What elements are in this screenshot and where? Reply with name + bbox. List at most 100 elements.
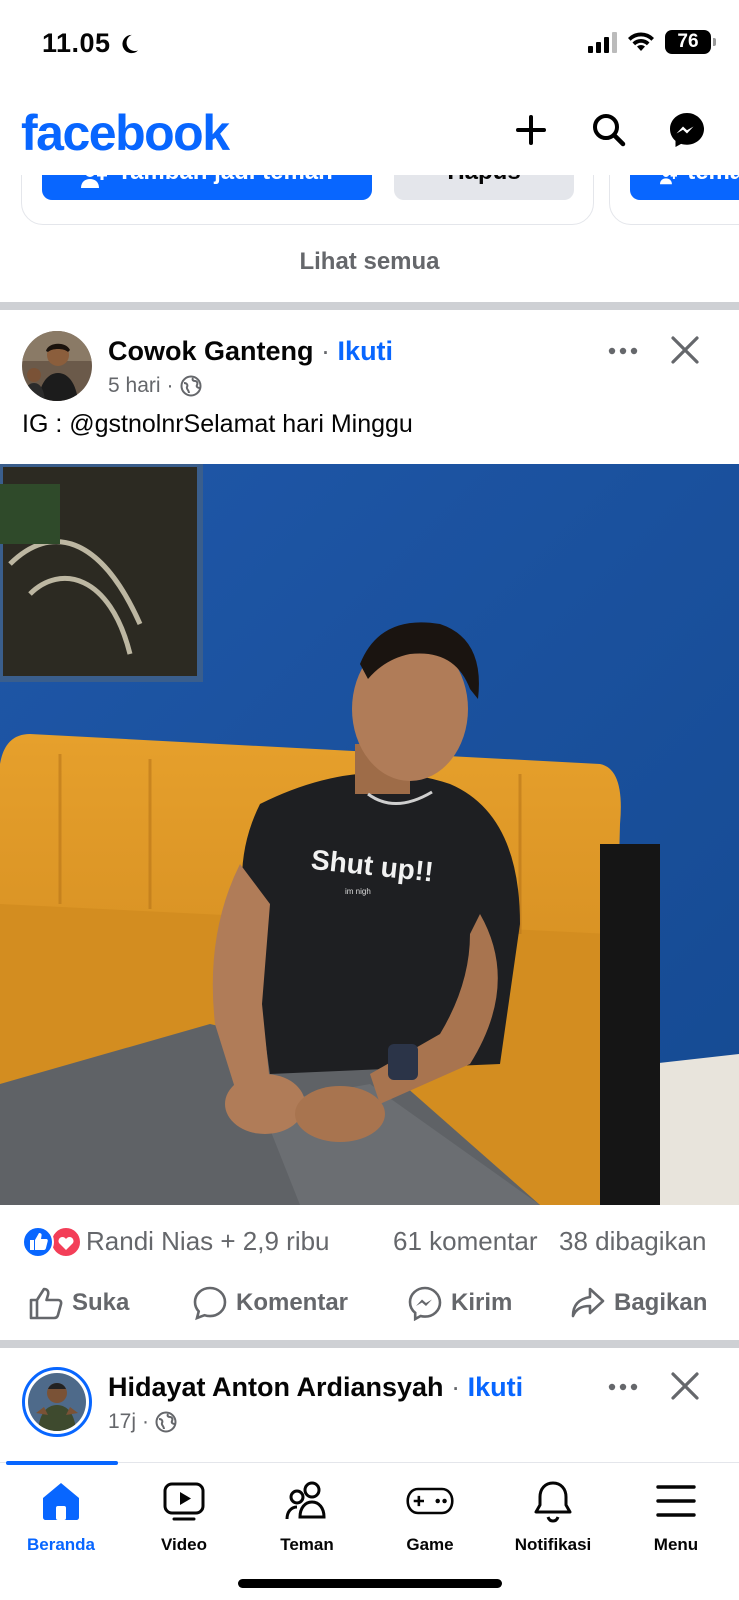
suggestion-card: Tambah jadi teman (609, 175, 739, 225)
nav-menu[interactable]: Menu (621, 1477, 731, 1555)
like-button[interactable]: Suka (28, 1283, 129, 1323)
post-header: Cowok Ganteng · Ikuti 5 hari · (0, 330, 739, 410)
like-icon (29, 1287, 63, 1320)
hide-post-button[interactable] (669, 334, 701, 366)
messenger-send-icon (408, 1286, 442, 1321)
active-tab-indicator (6, 1461, 118, 1465)
nav-notifications[interactable]: Notifikasi (498, 1477, 608, 1555)
bell-icon (529, 1477, 577, 1525)
post-divider (0, 1340, 739, 1348)
post-actions: Suka Komentar Kirim Bagikan (0, 1283, 739, 1333)
add-friend-label: Tambah jadi teman (687, 175, 739, 186)
close-icon (671, 1372, 699, 1400)
author-line: Cowok Ganteng · Ikuti (108, 336, 393, 367)
share-icon (571, 1287, 605, 1318)
separator: · (321, 336, 331, 366)
author-avatar[interactable] (22, 331, 92, 401)
video-icon (160, 1477, 208, 1525)
home-icon (37, 1477, 85, 1525)
nav-friends-label: Teman (280, 1535, 334, 1554)
status-indicators: 76 (588, 30, 716, 54)
avatar-photo (22, 331, 92, 401)
post-text: IG : @gstnolnrSelamat hari Minggu (22, 410, 413, 438)
meta-separator: · (142, 1410, 150, 1433)
shares-count[interactable]: 38 dibagikan (559, 1226, 706, 1257)
search-icon (593, 114, 626, 147)
author-line: Hidayat Anton Ardiansyah · Ikuti (108, 1372, 523, 1403)
post-meta: 5 hari · (108, 374, 202, 398)
messenger-button[interactable] (667, 110, 707, 150)
author-name[interactable]: Hidayat Anton Ardiansyah (108, 1372, 444, 1402)
nav-friends[interactable]: Teman (252, 1477, 362, 1555)
meta-separator: · (166, 374, 174, 397)
nav-gaming[interactable]: Game (375, 1477, 485, 1555)
add-friend-icon (660, 175, 678, 185)
post-header: Hidayat Anton Ardiansyah · Ikuti 17j · (0, 1366, 739, 1446)
add-friend-icon (81, 175, 108, 188)
gamepad-icon (406, 1477, 454, 1525)
share-button[interactable]: Bagikan (570, 1283, 707, 1323)
moon-icon (122, 34, 139, 54)
post-time[interactable]: 5 hari (108, 374, 161, 398)
comments-count[interactable]: 61 komentar (393, 1226, 538, 1257)
delete-label: Hapus (447, 175, 520, 186)
reactions-text[interactable]: Randi Nias + 2,9 ribu (86, 1226, 330, 1257)
close-icon (671, 336, 699, 364)
battery-indicator: 76 (665, 30, 716, 54)
share-label: Bagikan (614, 1289, 708, 1316)
shirt-subtext: im nigh (345, 887, 371, 896)
author-name[interactable]: Cowok Ganteng (108, 336, 314, 366)
header-actions (511, 110, 707, 150)
more-icon (608, 1383, 638, 1391)
photo-illustration: Shut up!! im nigh (0, 464, 739, 1205)
add-friend-button[interactable]: Tambah jadi teman (630, 175, 739, 200)
avatar-photo (28, 1373, 86, 1431)
more-options-button[interactable] (605, 1372, 641, 1402)
follow-button[interactable]: Ikuti (468, 1372, 524, 1402)
send-label: Kirim (451, 1289, 513, 1316)
section-divider (0, 302, 739, 310)
plus-icon (516, 115, 546, 145)
friend-suggestions-strip: Tambah jadi teman Hapus Tambah jadi tema… (0, 175, 739, 230)
wifi-icon (628, 32, 654, 51)
post-meta: 17j · (108, 1410, 177, 1434)
status-time: 11.05 (42, 28, 111, 58)
comment-icon (193, 1286, 227, 1321)
follow-button[interactable]: Ikuti (338, 336, 394, 366)
nav-home[interactable]: Beranda (6, 1477, 116, 1555)
post-photo[interactable]: Shut up!! im nigh (0, 464, 739, 1205)
delete-suggestion-button[interactable]: Hapus (394, 175, 574, 200)
separator: · (451, 1372, 461, 1402)
search-button[interactable] (589, 110, 629, 150)
reaction-icons (22, 1226, 80, 1258)
nav-menu-label: Menu (653, 1535, 699, 1554)
nav-video-label: Video (161, 1535, 207, 1554)
nav-video[interactable]: Video (129, 1477, 239, 1555)
reactions-summary[interactable]: Randi Nias + 2,9 ribu 61 komentar 38 dib… (0, 1222, 739, 1262)
app-header: facebook (0, 90, 739, 175)
facebook-logo[interactable]: facebook (21, 104, 230, 162)
comment-label: Komentar (236, 1289, 349, 1316)
friends-icon (283, 1477, 331, 1525)
add-friend-label: Tambah jadi teman (117, 175, 333, 186)
more-options-button[interactable] (605, 336, 641, 366)
add-friend-button[interactable]: Tambah jadi teman (42, 175, 372, 200)
globe-icon (155, 1411, 177, 1433)
send-button[interactable]: Kirim (407, 1283, 512, 1323)
see-all-link[interactable]: Lihat semua (0, 248, 739, 276)
cellular-signal-icon (588, 31, 617, 53)
hide-post-button[interactable] (669, 1370, 701, 1402)
nav-gaming-label: Game (406, 1535, 454, 1554)
more-icon (608, 347, 638, 355)
nav-home-label: Beranda (26, 1535, 96, 1554)
author-avatar[interactable] (22, 1367, 92, 1437)
create-button[interactable] (511, 110, 551, 150)
status-bar: 11.05 76 (0, 0, 739, 90)
suggestion-card: Tambah jadi teman Hapus (21, 175, 594, 225)
nav-notifications-label: Notifikasi (514, 1535, 592, 1554)
globe-icon (180, 375, 202, 397)
home-indicator[interactable] (238, 1579, 502, 1588)
comment-button[interactable]: Komentar (192, 1283, 348, 1323)
messenger-icon (670, 113, 704, 147)
post-time[interactable]: 17j (108, 1410, 136, 1434)
